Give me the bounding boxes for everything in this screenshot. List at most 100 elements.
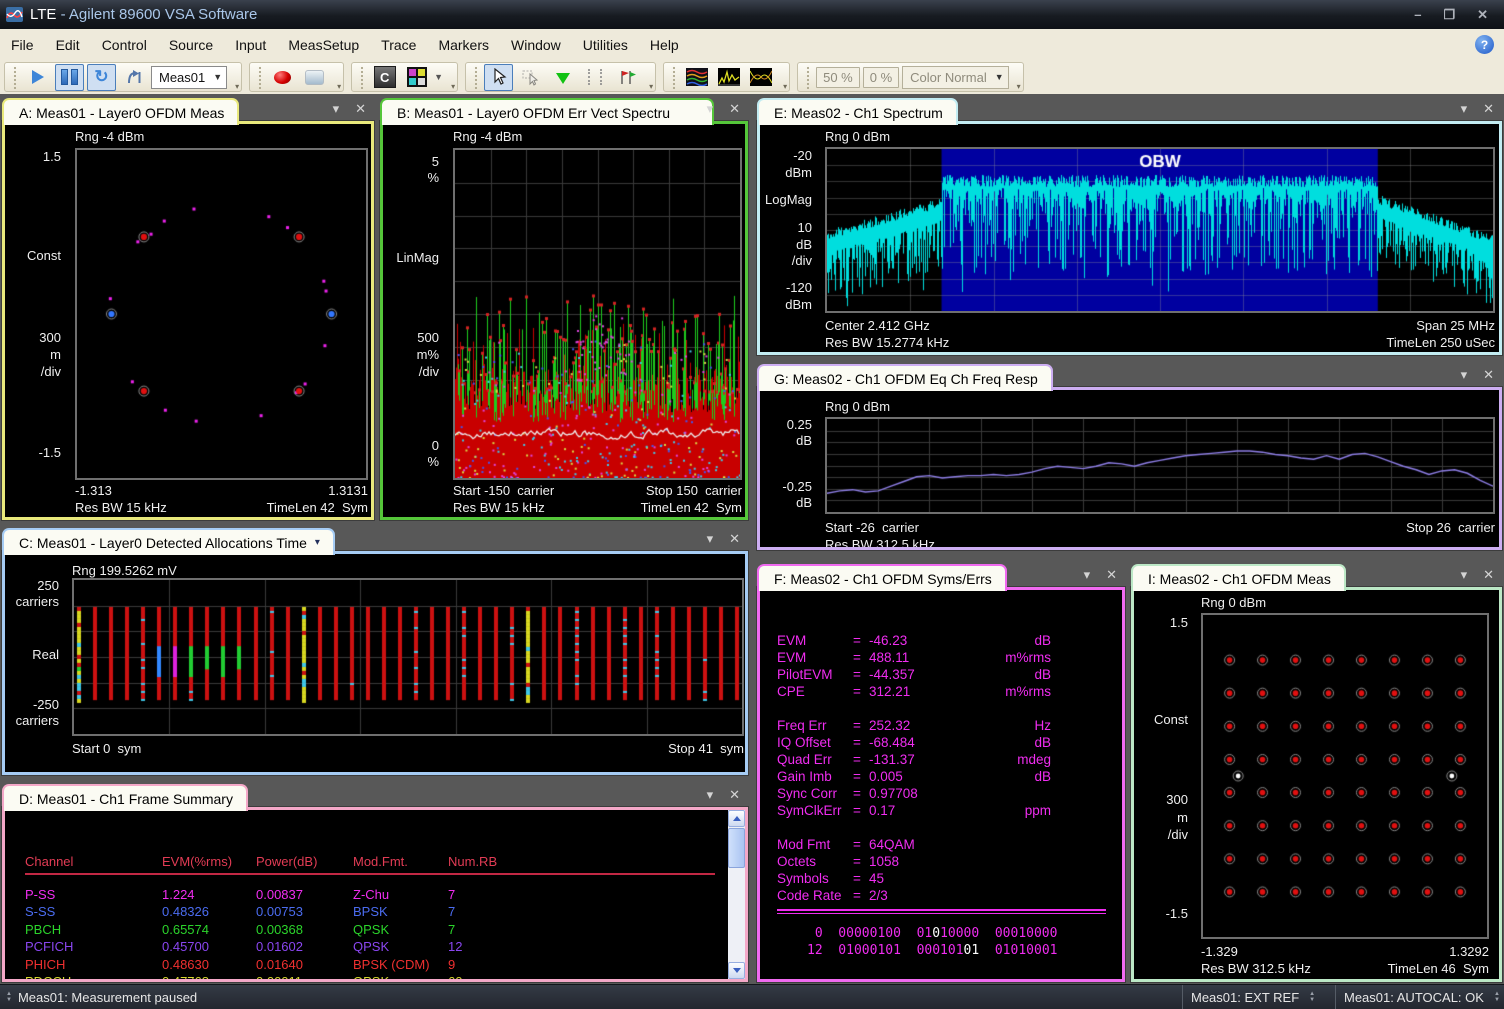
close-button[interactable]: ✕: [1477, 7, 1488, 23]
toolbar-overflow-icon[interactable]: ▾: [649, 82, 653, 91]
band-power-button[interactable]: [580, 64, 609, 91]
tab-window-b[interactable]: B: Meas01 - Layer0 OFDM Err Vect Spectru: [380, 98, 714, 125]
recall-recording-button[interactable]: [300, 64, 329, 91]
status-spinner-icon[interactable]: ▲▼: [1303, 991, 1321, 1003]
play-button[interactable]: [23, 64, 52, 91]
drag-handle-icon[interactable]: [12, 65, 16, 89]
workspace: A: Meas01 - Layer0 OFDM Meas ▾✕ Rng -4 d…: [0, 94, 1504, 985]
scroll-up-button[interactable]: [728, 810, 745, 827]
drag-handle-icon[interactable]: [473, 65, 477, 89]
window-menu-icon[interactable]: ▾: [333, 101, 340, 117]
eye-diagram-view-button[interactable]: [746, 64, 775, 91]
close-icon[interactable]: ✕: [1483, 367, 1494, 383]
flags-icon: [617, 68, 637, 86]
table-row[interactable]: PHICH0.486300.01640BPSK (CDM)9: [5, 957, 745, 973]
qam-constellation-plot[interactable]: [1201, 613, 1489, 939]
drag-handle-icon[interactable]: [359, 65, 363, 89]
tab-window-d[interactable]: D: Meas01 - Ch1 Frame Summary: [2, 784, 248, 811]
offset-percent-field[interactable]: 0 %: [863, 67, 899, 88]
table-row[interactable]: PDCCH0.477680.00011QPSK60: [5, 974, 745, 982]
zoom-select-button[interactable]: [516, 64, 545, 91]
restart-button[interactable]: ↻: [87, 64, 116, 91]
close-icon[interactable]: ✕: [729, 787, 740, 803]
window-menu-icon[interactable]: ▾: [1461, 367, 1468, 383]
window-menu-icon[interactable]: ▾: [1461, 101, 1468, 117]
status-spinner-icon[interactable]: ▲▼: [0, 991, 18, 1003]
close-icon[interactable]: ✕: [729, 531, 740, 547]
drag-handle-icon[interactable]: [257, 65, 261, 89]
marker-peak-button[interactable]: [548, 64, 577, 91]
tab-window-c[interactable]: C: Meas01 - Layer0 Detected Allocations …: [2, 528, 335, 555]
menu-source[interactable]: Source: [158, 29, 224, 60]
menu-file[interactable]: File: [0, 29, 45, 60]
menu-window[interactable]: Window: [500, 29, 572, 60]
table-row[interactable]: P-SS1.2240.00837Z-Chu7: [5, 887, 745, 903]
eq-channel-frequency-response-plot[interactable]: [825, 417, 1495, 514]
table-row[interactable]: PBCH0.655740.00368QPSK7: [5, 922, 745, 938]
tab-window-f[interactable]: F: Meas02 - Ch1 OFDM Syms/Errs: [757, 564, 1007, 591]
record-button[interactable]: [268, 64, 297, 91]
spectrum-view-button[interactable]: [714, 64, 743, 91]
help-icon[interactable]: ?: [1475, 35, 1494, 54]
arrow-down-icon: [733, 968, 741, 973]
toolbar-overflow-icon[interactable]: ▾: [783, 82, 787, 91]
scrollbar[interactable]: [728, 810, 745, 979]
window-menu-icon[interactable]: ▾: [707, 101, 714, 117]
tab-window-g[interactable]: G: Meas02 - Ch1 OFDM Eq Ch Freq Resp: [757, 364, 1053, 391]
zoom-percent-field[interactable]: 50 %: [816, 67, 860, 88]
scrollbar-thumb[interactable]: [728, 828, 745, 868]
table-row[interactable]: PCFICH0.457000.01602QPSK12: [5, 939, 745, 955]
toolbar-overflow-icon[interactable]: ▾: [451, 82, 455, 91]
menu-utilities[interactable]: Utilities: [572, 29, 639, 60]
menu-meassetup[interactable]: MeasSetup: [277, 29, 370, 60]
drag-handle-icon[interactable]: [671, 65, 675, 89]
menu-bar: File Edit Control Source Input MeasSetup…: [0, 29, 1504, 61]
constellation-plot[interactable]: [75, 148, 368, 480]
window-menu-icon[interactable]: ▾: [707, 531, 714, 547]
pause-button[interactable]: [55, 64, 84, 91]
tab-window-a[interactable]: A: Meas01 - Layer0 OFDM Meas: [2, 98, 239, 125]
close-icon[interactable]: ✕: [1483, 567, 1494, 583]
drag-handle-icon[interactable]: [805, 65, 809, 89]
close-icon[interactable]: ✕: [1483, 101, 1494, 117]
toolbar-overflow-icon[interactable]: ▾: [337, 82, 341, 91]
coupled-markers-button[interactable]: [612, 64, 641, 91]
color-mode-select[interactable]: Color Normal▼: [902, 66, 1009, 89]
band-markers-icon: [588, 69, 602, 85]
toolbar-overflow-icon[interactable]: ▾: [1017, 82, 1021, 91]
table-row[interactable]: S-SS0.483260.00753BPSK7: [5, 904, 745, 920]
menu-input[interactable]: Input: [224, 29, 277, 60]
menu-help[interactable]: Help: [639, 29, 690, 60]
single-acquisition-button[interactable]: [119, 64, 148, 91]
window-menu-icon[interactable]: ▾: [1084, 567, 1091, 583]
scroll-down-button[interactable]: [728, 962, 745, 979]
window-i-body: Rng 0 dBm 1.5 Const 300 m /div -1.5 -1.3…: [1131, 587, 1502, 982]
spectrogram-view-button[interactable]: [682, 64, 711, 91]
layout-button[interactable]: [402, 64, 431, 91]
tab-dropdown-icon[interactable]: ▾: [315, 537, 320, 548]
spectrum-plot[interactable]: [825, 147, 1495, 313]
measurement-select[interactable]: Meas01▼: [151, 66, 227, 89]
menu-trace[interactable]: Trace: [370, 29, 427, 60]
close-icon[interactable]: ✕: [1106, 567, 1117, 583]
correction-button[interactable]: C: [370, 64, 399, 91]
chevron-down-icon[interactable]: ▼: [434, 72, 443, 82]
minimize-button[interactable]: –: [1414, 7, 1421, 23]
column-header: Mod.Fmt.: [353, 854, 408, 869]
error-vector-spectrum-plot[interactable]: [453, 148, 742, 480]
toolbar-overflow-icon[interactable]: ▾: [235, 82, 239, 91]
menu-control[interactable]: Control: [91, 29, 158, 60]
close-icon[interactable]: ✕: [355, 101, 366, 117]
close-icon[interactable]: ✕: [729, 101, 740, 117]
menu-markers[interactable]: Markers: [427, 29, 500, 60]
tab-window-e[interactable]: E: Meas02 - Ch1 Spectrum: [757, 98, 958, 125]
window-menu-icon[interactable]: ▾: [1461, 567, 1468, 583]
detected-allocations-plot[interactable]: [72, 578, 744, 736]
maximize-button[interactable]: ❐: [1443, 7, 1455, 23]
select-button[interactable]: [484, 64, 513, 91]
window-menu-icon[interactable]: ▾: [707, 787, 714, 803]
tab-window-i[interactable]: I: Meas02 - Ch1 OFDM Meas: [1131, 564, 1346, 591]
menu-edit[interactable]: Edit: [45, 29, 91, 60]
status-spinner-icon[interactable]: ▲▼: [1488, 991, 1504, 1003]
app-icon: [6, 7, 23, 22]
